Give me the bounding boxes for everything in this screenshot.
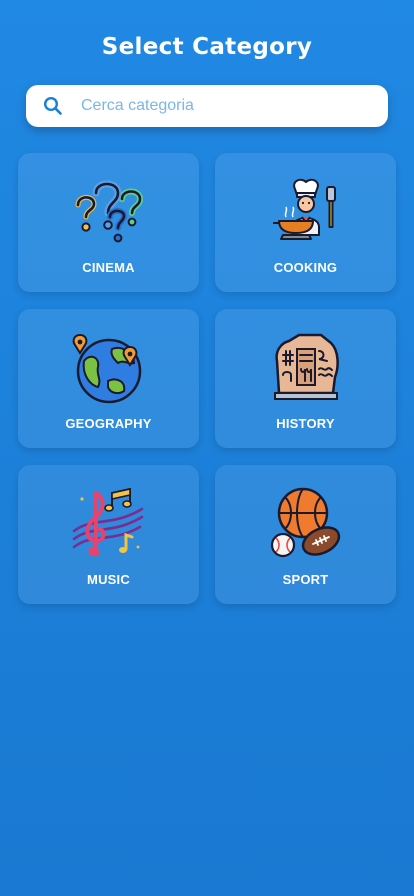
- category-card-geography[interactable]: GEOGRAPHY: [18, 309, 199, 448]
- category-label: COOKING: [273, 260, 338, 275]
- search-icon: [43, 96, 62, 115]
- category-label: SPORT: [282, 572, 329, 587]
- category-label: CINEMA: [82, 260, 135, 275]
- search-input[interactable]: [81, 85, 371, 127]
- ancient-tablet-icon: [273, 333, 339, 400]
- category-label: GEOGRAPHY: [65, 416, 152, 431]
- category-card-history[interactable]: HISTORY: [215, 309, 396, 448]
- category-label: HISTORY: [276, 416, 335, 431]
- category-label: MUSIC: [87, 572, 130, 587]
- treble-clef-notes-icon: [72, 487, 143, 557]
- sports-balls-icon: [270, 487, 340, 558]
- globe-pins-icon: [72, 333, 141, 404]
- category-card-cooking[interactable]: COOKING: [215, 153, 396, 292]
- category-card-cinema[interactable]: CINEMA: [18, 153, 199, 292]
- search-bar[interactable]: [26, 85, 388, 127]
- category-card-sport[interactable]: SPORT: [215, 465, 396, 604]
- page-title: Select Category: [101, 34, 313, 60]
- chef-icon: [272, 178, 336, 240]
- question-marks-icon: [75, 180, 143, 243]
- category-grid: CINEMA COOKING GEOGRAPHY HISTORY MUSIC S…: [18, 153, 396, 604]
- category-card-music[interactable]: MUSIC: [18, 465, 199, 604]
